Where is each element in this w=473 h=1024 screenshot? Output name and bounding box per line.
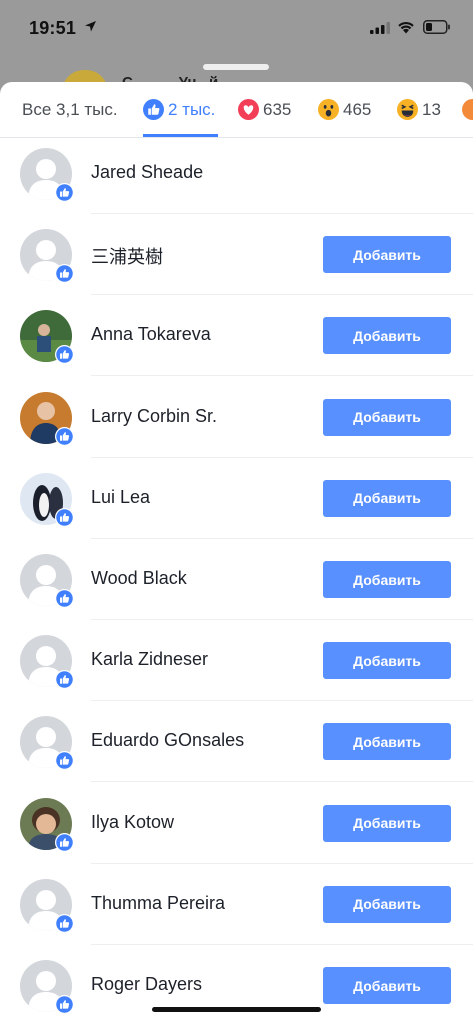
list-item[interactable]: Lui Lea Добавить bbox=[0, 458, 473, 539]
avatar-container[interactable] bbox=[20, 797, 74, 852]
add-friend-button[interactable]: Добавить bbox=[323, 317, 451, 355]
avatar-container[interactable] bbox=[20, 635, 74, 690]
tab-all-reactions[interactable]: Все 3,1 тыс. bbox=[22, 82, 118, 137]
like-badge-icon bbox=[55, 670, 74, 690]
avatar-container[interactable] bbox=[20, 229, 74, 284]
like-badge-icon bbox=[55, 751, 74, 771]
battery-icon bbox=[423, 20, 450, 34]
person-name[interactable]: Jared Sheade bbox=[91, 162, 203, 183]
wow-icon bbox=[318, 99, 339, 120]
list-item[interactable]: Karla Zidneser Добавить bbox=[0, 620, 473, 702]
avatar-container[interactable] bbox=[20, 391, 74, 446]
person-name[interactable]: 三浦英樹 bbox=[91, 243, 163, 269]
person-name[interactable]: Larry Corbin Sr. bbox=[91, 406, 217, 427]
tab-wow[interactable]: 465 bbox=[318, 82, 371, 137]
avatar-container[interactable] bbox=[20, 878, 74, 933]
list-item[interactable]: Roger Dayers Добавить bbox=[0, 945, 473, 1024]
add-friend-button[interactable]: Добавить bbox=[323, 885, 451, 923]
reactions-sheet: Все 3,1 тыс. 2 тыс. 635 465 13 Jared She… bbox=[0, 82, 473, 1024]
person-name[interactable]: Roger Dayers bbox=[91, 974, 202, 995]
status-bar: 19:51 bbox=[0, 0, 473, 60]
reaction-tabs: Все 3,1 тыс. 2 тыс. 635 465 13 bbox=[0, 82, 473, 138]
person-name[interactable]: Karla Zidneser bbox=[91, 649, 208, 670]
angry-icon bbox=[462, 99, 473, 120]
list-item[interactable]: Anna Tokareva Добавить bbox=[0, 295, 473, 377]
tab-angry[interactable] bbox=[462, 82, 473, 137]
like-badge-icon bbox=[55, 426, 74, 446]
add-friend-button[interactable]: Добавить bbox=[323, 723, 451, 761]
avatar-container[interactable] bbox=[20, 310, 74, 365]
tab-haha-count: 13 bbox=[422, 99, 441, 119]
love-icon bbox=[238, 99, 259, 120]
like-badge-icon bbox=[55, 345, 74, 365]
wifi-icon bbox=[398, 21, 414, 34]
like-badge-icon bbox=[55, 913, 74, 933]
person-name[interactable]: Wood Black bbox=[91, 568, 187, 589]
person-name[interactable]: Ilya Kotow bbox=[91, 812, 174, 833]
like-badge-icon bbox=[55, 507, 74, 527]
like-badge-icon bbox=[55, 183, 74, 202]
like-badge-icon bbox=[55, 995, 74, 1014]
list-item[interactable]: Ilya Kotow Добавить bbox=[0, 783, 473, 864]
avatar-container[interactable] bbox=[20, 960, 74, 1014]
tab-haha[interactable]: 13 bbox=[397, 82, 441, 137]
home-indicator[interactable] bbox=[152, 1007, 321, 1012]
tab-like[interactable]: 2 тыс. bbox=[143, 82, 215, 137]
cellular-signal-icon bbox=[370, 22, 390, 34]
avatar-container[interactable] bbox=[20, 148, 74, 202]
list-item[interactable]: Jared Sheade bbox=[0, 133, 473, 214]
add-friend-button[interactable]: Добавить bbox=[323, 561, 451, 598]
list-item[interactable]: Wood Black Добавить bbox=[0, 539, 473, 620]
status-time: 19:51 bbox=[29, 18, 77, 38]
list-item[interactable]: Larry Corbin Sr. Добавить bbox=[0, 377, 473, 458]
person-name[interactable]: Thumma Pereira bbox=[91, 893, 225, 914]
person-name[interactable]: Eduardo GOnsales bbox=[91, 730, 244, 751]
tab-love-count: 635 bbox=[263, 99, 292, 119]
tab-all-label: Все 3,1 тыс. bbox=[22, 99, 118, 119]
like-badge-icon bbox=[55, 832, 74, 852]
add-friend-button[interactable]: Добавить bbox=[323, 967, 451, 1004]
list-item[interactable]: Thumma Pereira Добавить bbox=[0, 864, 473, 945]
avatar-container[interactable] bbox=[20, 472, 74, 527]
list-item[interactable]: Eduardo GOnsales Добавить bbox=[0, 701, 473, 783]
like-badge-icon bbox=[55, 589, 74, 608]
like-badge-icon bbox=[55, 264, 74, 284]
like-icon bbox=[143, 99, 164, 120]
tab-like-count: 2 тыс. bbox=[168, 99, 216, 119]
location-arrow-icon bbox=[85, 21, 96, 32]
add-friend-button[interactable]: Добавить bbox=[323, 398, 451, 436]
add-friend-button[interactable]: Добавить bbox=[323, 804, 451, 842]
tab-wow-count: 465 bbox=[343, 99, 372, 119]
avatar-container[interactable] bbox=[20, 554, 74, 608]
haha-icon bbox=[397, 99, 418, 120]
tab-love[interactable]: 635 bbox=[238, 82, 291, 137]
add-friend-button[interactable]: Добавить bbox=[323, 479, 451, 517]
person-name[interactable]: Lui Lea bbox=[91, 487, 150, 508]
avatar-container[interactable] bbox=[20, 716, 74, 771]
list-item[interactable]: 三浦英樹 Добавить bbox=[0, 214, 473, 296]
add-friend-button[interactable]: Добавить bbox=[323, 236, 451, 274]
person-name[interactable]: Anna Tokareva bbox=[91, 324, 211, 345]
sheet-grabber[interactable] bbox=[203, 64, 269, 70]
add-friend-button[interactable]: Добавить bbox=[323, 642, 451, 680]
